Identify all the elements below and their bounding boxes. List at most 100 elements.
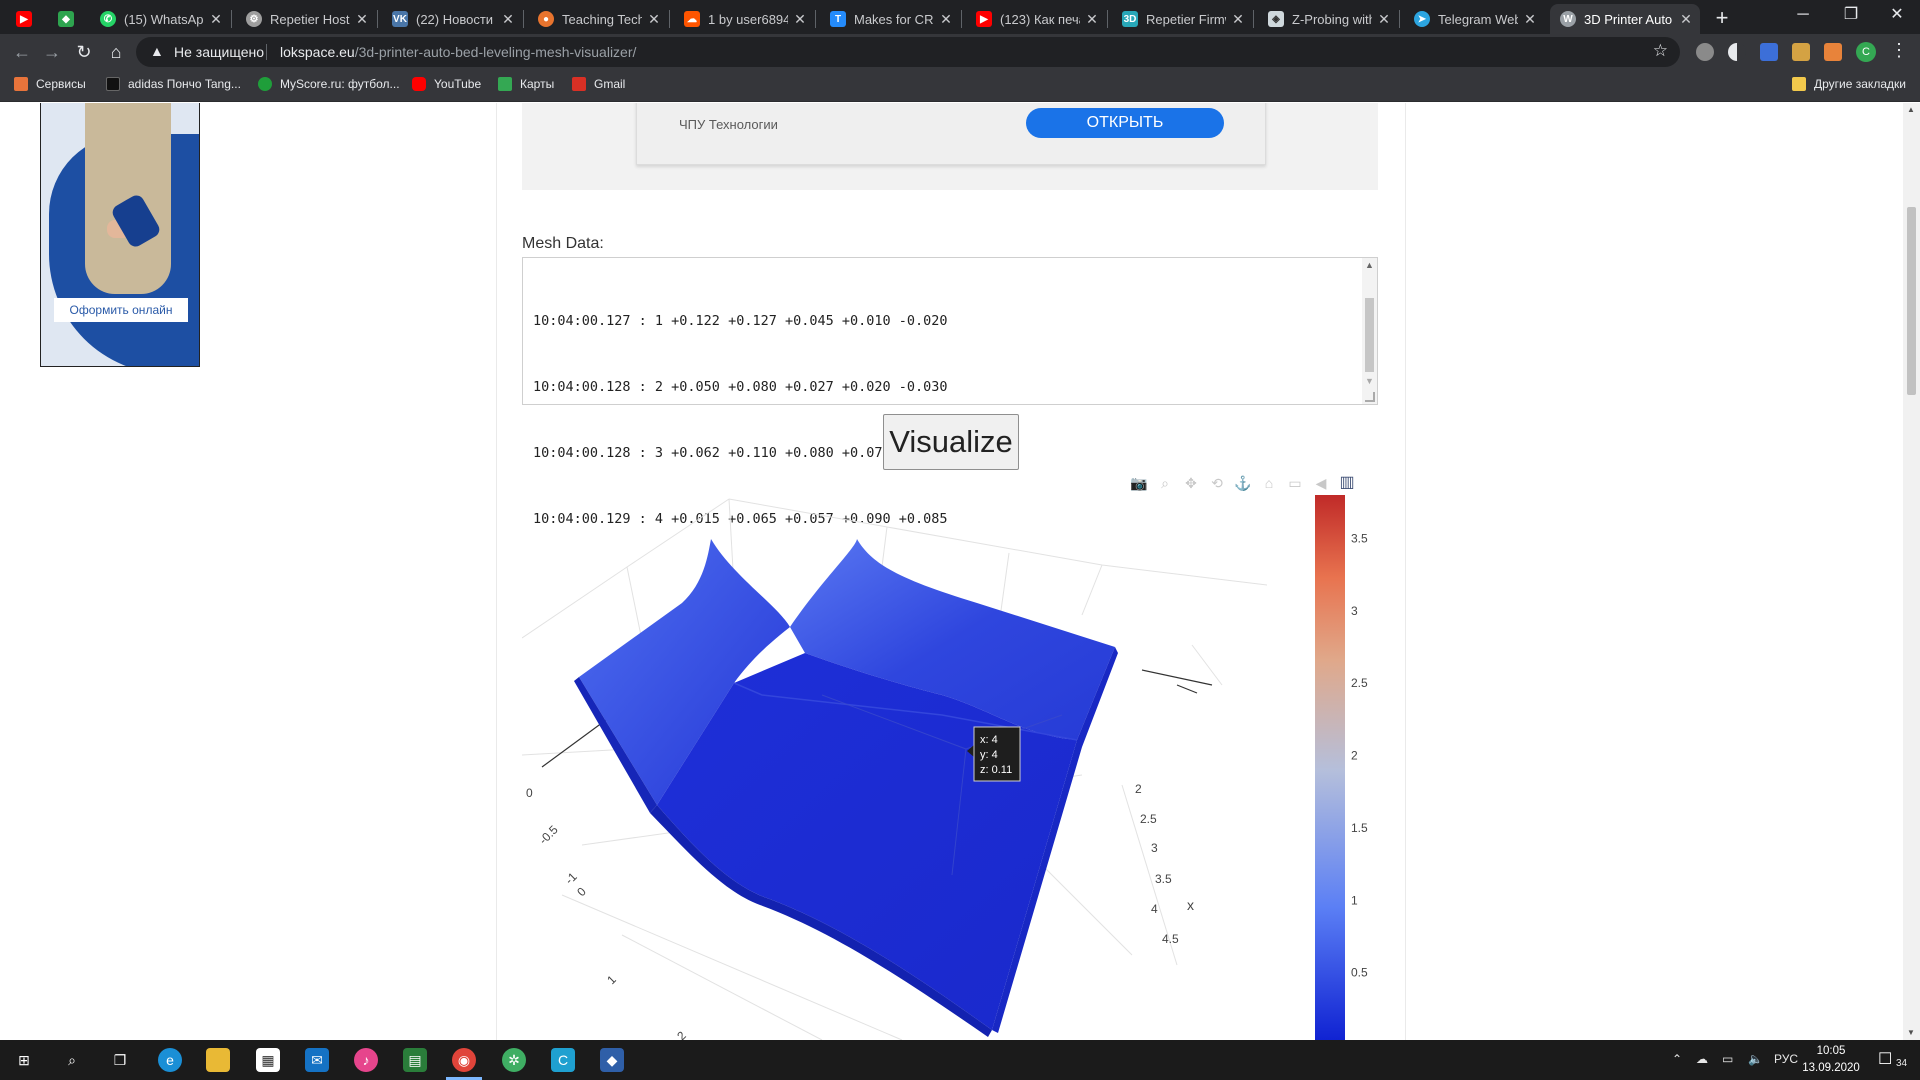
close-icon[interactable]: ✕ [646,11,662,28]
teaching-tech-icon: ● [538,11,554,27]
edge-icon[interactable]: e [158,1048,182,1072]
gmail-icon [572,77,586,91]
adblock-icon[interactable] [1696,43,1714,61]
address-bar[interactable]: ▲ Не защищено lokspace.eu/3d-printer-aut… [136,37,1680,67]
page-scroll-thumb[interactable] [1907,207,1916,395]
side-advertisement[interactable]: Оформить онлайн [40,103,200,367]
minimize-icon[interactable]: ─ [1780,0,1826,30]
bookmark-adidas[interactable]: adidas Пончо Tang... [106,77,241,91]
close-icon[interactable]: ✕ [1678,11,1694,28]
close-icon[interactable]: ✕ [1230,11,1246,28]
windows-start-icon[interactable]: ⊞ [12,1048,36,1072]
bookmark-star-icon[interactable]: ☆ [1653,41,1668,61]
store-icon[interactable]: ▦ [256,1048,280,1072]
cura-icon[interactable]: C [551,1048,575,1072]
surface-plot[interactable]: x: 4 y: 4 z: 0.11 2 2.5 3 3.5 4 4.5 x 0 -0.5 -1… [522,485,1402,1040]
tab-youtube-video[interactable]: ▶ (123) Как печа ✕ [966,4,1106,34]
notifications-icon[interactable]: ☐ [1878,1049,1892,1069]
search-icon[interactable]: ⌕ [60,1048,84,1072]
bookmark-maps[interactable]: Карты [498,77,554,91]
repetier-taskbar-icon[interactable]: ◆ [600,1048,624,1072]
banner-ad[interactable]: ЧПУ Технологии ОТКРЫТЬ [636,103,1266,165]
tab-label: Teaching Tech 3 [562,11,642,27]
scroll-down-icon[interactable]: ▼ [1907,1028,1915,1037]
url-path: /3d-printer-auto-bed-leveling-mesh-visua… [354,44,637,60]
menu-icon[interactable]: ⋮ [1890,40,1908,61]
tooltip-x: x: 4 [980,734,998,746]
tab-repetier-host[interactable]: ⚙ Repetier Host C ✕ [236,4,376,34]
back-icon[interactable]: ← [10,40,34,64]
reload-icon[interactable]: ↻ [72,40,96,64]
chrome-icon[interactable]: ◉ [452,1048,476,1072]
restore-icon[interactable]: ❐ [1828,0,1874,30]
close-icon[interactable]: ✕ [938,11,954,28]
close-icon[interactable]: ✕ [354,11,370,28]
bookmark-gmail[interactable]: Gmail [572,77,625,91]
tray-expand-icon[interactable]: ⌃ [1672,1052,1682,1066]
tab-3d-printer-mesh[interactable]: W 3D Printer Auto ✕ [1550,4,1700,34]
forward-icon[interactable]: → [40,40,64,64]
textarea-scrollbar[interactable]: ▲ ▼ [1362,258,1377,404]
network-app-icon[interactable]: ✲ [502,1048,526,1072]
apps-icon [14,77,28,91]
puzzle-icon[interactable] [1824,43,1842,61]
close-icon[interactable]: ✕ [1376,11,1392,28]
resize-handle-icon[interactable] [1365,392,1375,402]
url-text[interactable]: lokspace.eu/3d-printer-auto-bed-leveling… [280,44,636,60]
profile-avatar[interactable]: C [1856,42,1876,62]
tab-whatsapp[interactable]: ✆ (15) WhatsApp ✕ [90,4,230,34]
mesh-data-textarea[interactable]: 10:04:00.127 : 1 +0.122 +0.127 +0.045 +0… [522,257,1378,527]
x-tick-label: 2.5 [1140,812,1157,826]
tab-z-probing[interactable]: ◈ Z-Probing with ✕ [1258,4,1398,34]
tab-label: Repetier Firmw [1146,11,1226,27]
ad-apply-button[interactable]: Оформить онлайн [54,298,188,322]
colorbar-tick-label: 2 [1351,749,1358,763]
mesh-surface[interactable] [574,539,1118,1037]
page-scrollbar[interactable]: ▲ ▼ [1903,103,1920,1040]
tab-app[interactable]: ◆ [48,4,90,34]
tab-youtube[interactable]: ▶ [6,4,46,34]
banner-open-button[interactable]: ОТКРЫТЬ [1026,108,1224,138]
y-tick-label: 0 [526,786,533,800]
dark-mode-icon[interactable] [1728,43,1746,61]
calendar-ext-icon[interactable] [1792,43,1810,61]
clock[interactable]: 10:05 13.09.2020 [1786,1043,1876,1077]
itunes-icon[interactable]: ♪ [354,1048,378,1072]
bookmark-myscore[interactable]: MyScore.ru: футбол... [258,77,400,91]
tab-teaching-tech[interactable]: ● Teaching Tech 3 ✕ [528,4,668,34]
task-view-icon[interactable]: ❐ [108,1048,132,1072]
security-status[interactable]: Не защищено [174,44,264,60]
whatsapp-icon: ✆ [100,11,116,27]
scroll-up-icon[interactable]: ▲ [1365,260,1374,270]
scroll-down-icon[interactable]: ▼ [1365,376,1374,386]
tray-cloud-icon[interactable]: ☁ [1696,1052,1708,1066]
volume-icon[interactable]: 🔈 [1748,1052,1763,1066]
tab-telegram[interactable]: ➤ Telegram Web ✕ [1404,4,1544,34]
calculator-icon[interactable]: ▤ [403,1048,427,1072]
close-icon[interactable]: ✕ [1522,11,1538,28]
close-icon[interactable]: ✕ [792,11,808,28]
other-bookmarks[interactable]: Другие закладки [1792,77,1906,91]
extension-icon[interactable] [1760,43,1778,61]
bookmarks-bar: Сервисы adidas Пончо Tang... MyScore.ru:… [0,70,1920,102]
grid-line [728,498,1268,586]
home-icon[interactable]: ⌂ [104,40,128,64]
tab-vk-news[interactable]: VK (22) Новости ✕ [382,4,522,34]
file-explorer-icon[interactable] [206,1048,230,1072]
tab-repetier-firmware[interactable]: 3D Repetier Firmw ✕ [1112,4,1252,34]
tab-soundcloud[interactable]: ☁ 1 by user68948 ✕ [674,4,814,34]
window-close-icon[interactable]: ✕ [1874,0,1920,30]
mail-icon[interactable]: ✉ [305,1048,329,1072]
bookmark-apps[interactable]: Сервисы [14,77,86,91]
network-icon[interactable]: ▭ [1722,1052,1733,1066]
close-icon[interactable]: ✕ [1084,11,1100,28]
scroll-up-icon[interactable]: ▲ [1907,105,1915,114]
new-tab-icon[interactable]: + [1708,4,1736,32]
bookmark-youtube[interactable]: YouTube [412,77,481,91]
close-icon[interactable]: ✕ [208,11,224,28]
telegram-icon: ➤ [1414,11,1430,27]
textarea-scroll-thumb[interactable] [1365,298,1374,372]
visualize-button[interactable]: Visualize [883,414,1019,470]
close-icon[interactable]: ✕ [500,11,516,28]
tab-thingiverse[interactable]: T Makes for CR-1 ✕ [820,4,960,34]
